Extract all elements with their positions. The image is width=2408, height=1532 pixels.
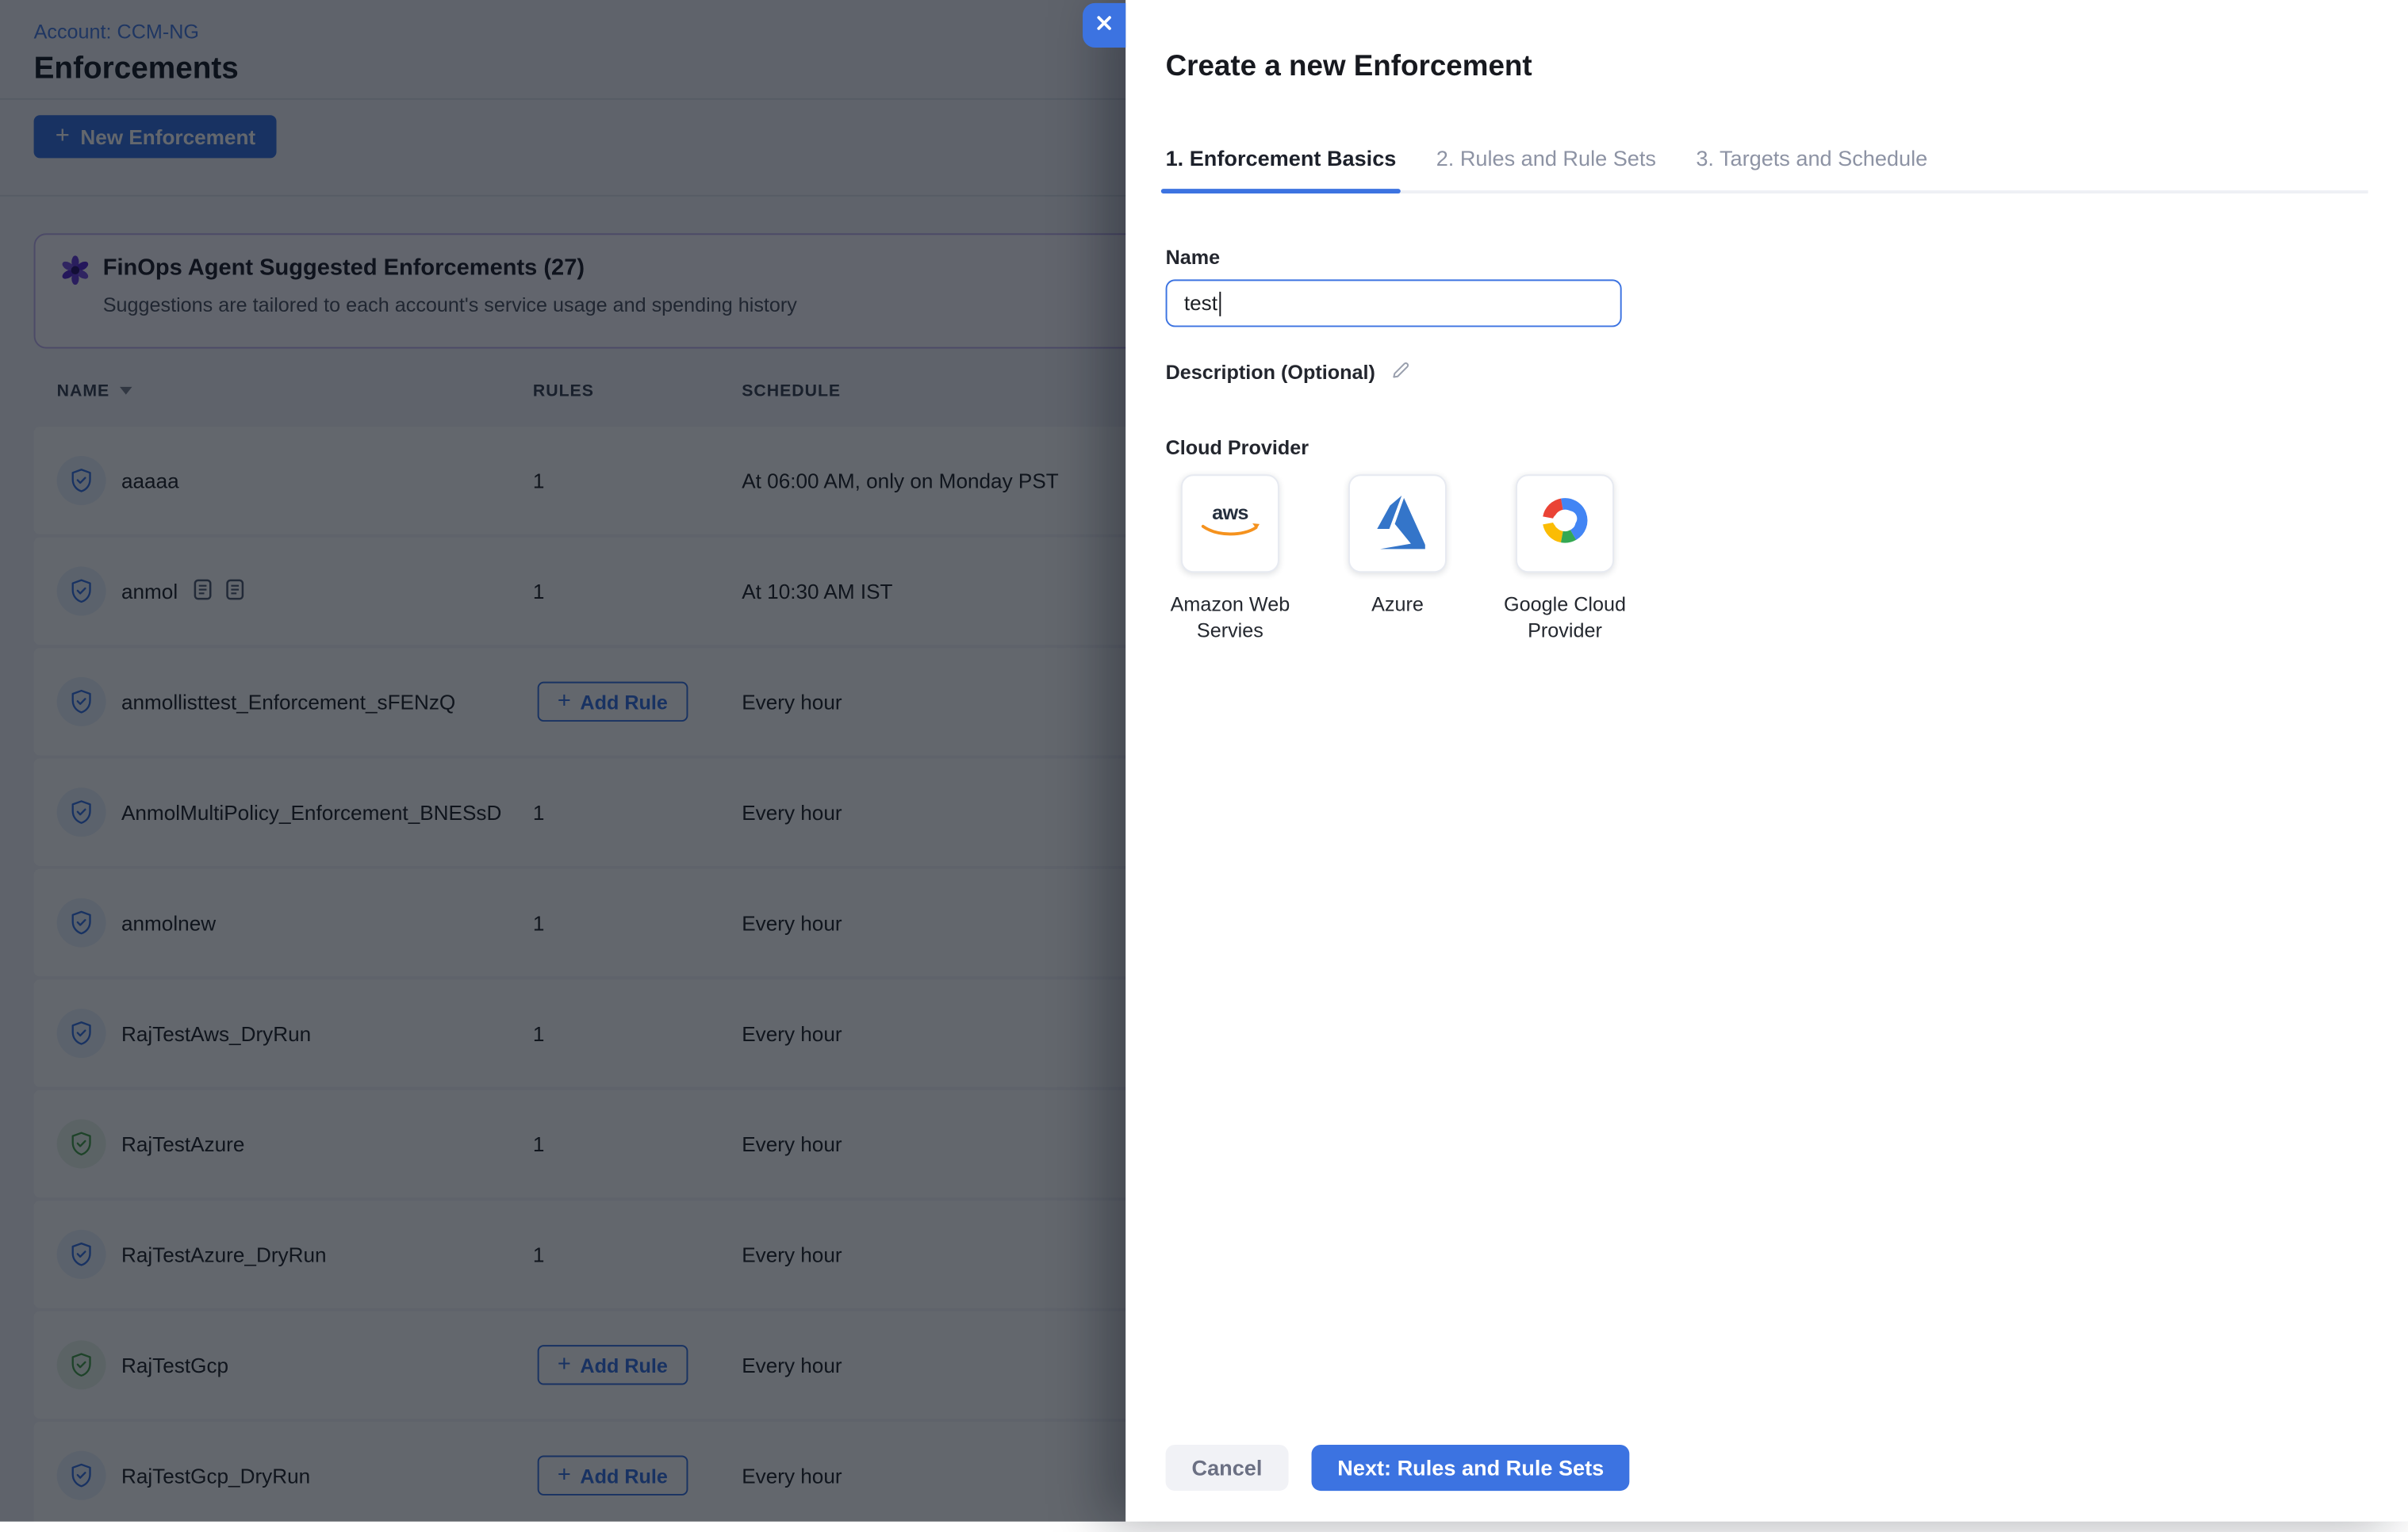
close-icon [1092,11,1117,40]
aws-card[interactable]: aws [1181,474,1279,573]
azure-logo-icon [1370,491,1425,557]
gcp-logo-icon [1534,489,1595,558]
provider-option-aws[interactable]: aws Amazon Web Servies [1153,474,1307,643]
name-label: Name [1166,246,2368,269]
svg-text:aws: aws [1212,501,1248,523]
name-input[interactable]: test [1166,279,1622,327]
tab-targets-and-schedule[interactable]: 3. Targets and Schedule [1696,146,1927,190]
cloud-provider-options: aws Amazon Web Servies Azure Google Clou… [1153,474,2368,643]
aws-logo-icon: aws [1194,495,1265,552]
description-label-text: Description (Optional) [1166,361,1375,384]
app-root: Account: CCM-NG Enforcements + New Enfor… [0,0,2408,1522]
next-rules-and-rule-sets-button[interactable]: Next: Rules and Rule Sets [1311,1445,1630,1491]
description-label: Description (Optional) [1166,359,2368,385]
provider-label: Amazon Web Servies [1153,591,1307,643]
drawer-footer: Cancel Next: Rules and Rule Sets [1166,1445,1631,1491]
cloud-provider-label: Cloud Provider [1166,436,2368,459]
name-input-value: test [1184,292,1217,315]
provider-option-azure[interactable]: Azure [1321,474,1474,643]
gcp-card[interactable] [1516,474,1614,573]
drawer-content: Create a new Enforcement 1. Enforcement … [1125,0,2408,1522]
edit-pencil-icon[interactable] [1389,359,1410,385]
azure-card[interactable] [1348,474,1447,573]
provider-option-gcp[interactable]: Google Cloud Provider [1488,474,1642,643]
cancel-button[interactable]: Cancel [1166,1445,1289,1491]
tab-enforcement-basics[interactable]: 1. Enforcement Basics [1166,146,1397,190]
provider-label: Azure [1371,591,1424,617]
provider-label: Google Cloud Provider [1488,591,1642,643]
text-cursor [1219,291,1221,316]
create-enforcement-drawer: Create a new Enforcement 1. Enforcement … [1125,0,2408,1522]
drawer-tabs: 1. Enforcement Basics 2. Rules and Rule … [1166,146,2368,193]
drawer-title: Create a new Enforcement [1166,51,2368,85]
close-drawer-button[interactable] [1083,3,1125,48]
modal-overlay[interactable] [0,0,1125,1522]
tab-rules-and-rule-sets[interactable]: 2. Rules and Rule Sets [1436,146,1656,190]
